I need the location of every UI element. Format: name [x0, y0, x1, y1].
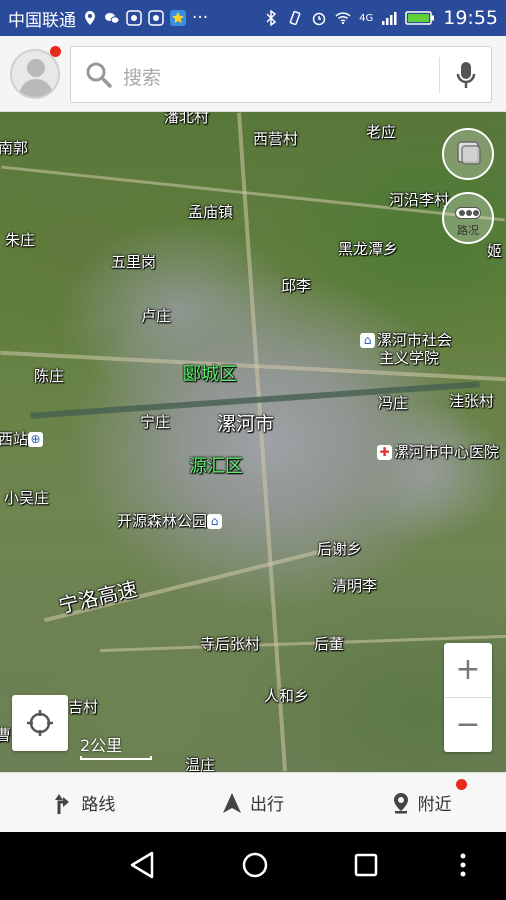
map-label[interactable]: 邱李 [281, 275, 311, 296]
map-label[interactable]: 陈庄 [34, 365, 64, 386]
search-input[interactable]: 搜索 [70, 46, 492, 103]
avatar-head-shape [27, 59, 45, 77]
poi-name: 西站 [0, 430, 29, 448]
map-label[interactable]: 五里岗 [111, 251, 156, 272]
tab-nearby[interactable]: 附近 [337, 773, 506, 832]
poi-name: 开源森林公园 [117, 512, 208, 530]
notification-dot [50, 46, 61, 57]
carrier-name: 中国联通 [8, 10, 76, 31]
search-header: 搜索 [0, 36, 506, 112]
nearby-notification-dot [456, 779, 467, 790]
scale-bar [80, 756, 152, 760]
recent-apps-icon[interactable] [353, 850, 379, 880]
map-label[interactable]: 后董 [314, 633, 344, 654]
map-label[interactable]: 宁庄 [140, 411, 170, 432]
signal-icon [382, 12, 397, 25]
search-divider [439, 57, 440, 93]
district-label[interactable]: 源汇区 [189, 452, 243, 478]
map-layers-button[interactable] [442, 128, 494, 180]
map-label[interactable]: 寺后张村 [200, 633, 260, 654]
traffic-light-dot [473, 210, 479, 216]
traffic-label: 路况 [457, 224, 479, 237]
battery-icon [405, 11, 435, 25]
layers-icon [457, 141, 481, 165]
map-label[interactable]: 老应 [366, 121, 396, 142]
microphone-icon[interactable] [455, 60, 477, 90]
tab-label: 附近 [417, 795, 452, 815]
map-label[interactable]: 冯庄 [378, 392, 408, 413]
scale-label: 2公里 [80, 736, 123, 755]
traffic-toggle-button[interactable]: 路况 [442, 192, 494, 244]
highway-label[interactable]: 宁洛高速 [55, 573, 139, 619]
map-label[interactable]: 孟庙镇 [188, 201, 233, 222]
district-label[interactable]: 郾城区 [183, 360, 237, 386]
zoom-in-button[interactable]: + [444, 643, 492, 697]
more-icon: ··· [192, 8, 209, 28]
star-app-icon [170, 10, 186, 26]
school-icon: ⌂ [360, 333, 375, 348]
map-label[interactable]: 温庄 [185, 754, 215, 772]
city-label[interactable]: 漯河市 [217, 409, 274, 436]
alarm-icon [312, 12, 326, 26]
map-label[interactable]: 曹 [0, 724, 11, 745]
locate-me-button[interactable] [12, 695, 68, 751]
map-label[interactable]: 小吴庄 [4, 487, 49, 508]
search-placeholder: 搜索 [123, 67, 162, 89]
tab-route[interactable]: 路线 [0, 773, 169, 832]
wifi-icon [335, 12, 351, 25]
app-icon [126, 10, 142, 26]
back-icon[interactable] [128, 850, 156, 880]
map-poi-label[interactable]: ✚ 漯河市中心医院 [377, 441, 499, 462]
zoom-out-button[interactable]: − [444, 698, 492, 752]
bottom-tab-bar: 路线 出行 附近 [0, 772, 506, 832]
map-label[interactable]: 吉村 [68, 696, 98, 717]
status-bar: 中国联通 ··· 4G 19:55 [0, 0, 506, 36]
map-poi-label[interactable]: 开源森林公园 ⌂ [117, 510, 224, 531]
tab-label: 路线 [81, 795, 116, 815]
map-label[interactable]: 卢庄 [141, 305, 171, 326]
menu-dots-icon[interactable] [455, 850, 471, 880]
system-nav-bar [0, 832, 506, 900]
station-icon: ⊕ [28, 432, 44, 447]
map-label[interactable]: 西营村 [253, 128, 298, 149]
app-icon [148, 10, 164, 26]
location-icon [85, 11, 95, 25]
crosshair-icon [27, 710, 53, 736]
map-label[interactable]: 后谢乡 [317, 538, 362, 559]
home-icon[interactable] [240, 850, 270, 880]
network-type: 4G [359, 12, 374, 24]
map-scale: 2公里 [80, 732, 152, 760]
map-label[interactable]: 主义学院 [379, 347, 439, 368]
park-icon: ⌂ [207, 514, 223, 529]
navigation-arrow-icon [223, 792, 241, 813]
tab-label: 出行 [250, 795, 284, 815]
avatar-body-shape [19, 79, 53, 97]
wechat-icon [105, 13, 120, 24]
map-label[interactable]: 河沿李村 [389, 189, 449, 210]
satellite-map[interactable]: 潘北村 西营村 老应 南郭 孟庙镇 河沿李村 朱庄 黑龙潭乡 姬 五里岗 邱李 … [0, 112, 506, 772]
map-label[interactable]: 清明李 [332, 575, 377, 596]
clock: 19:55 [443, 7, 498, 29]
map-poi-label[interactable]: 西站 ⊕ [0, 428, 45, 449]
bluetooth-icon [266, 10, 277, 26]
map-label[interactable]: 姬 [487, 240, 502, 261]
poi-name: 漯河市中心医院 [394, 443, 500, 461]
search-icon [86, 62, 112, 88]
road [236, 112, 288, 772]
traffic-light-dot [466, 210, 472, 216]
vibrate-icon [289, 10, 301, 26]
traffic-light-dot [459, 210, 465, 216]
map-label[interactable]: 潘北村 [164, 112, 209, 127]
map-label[interactable]: 黑龙潭乡 [338, 238, 398, 259]
hospital-icon: ✚ [377, 445, 392, 460]
location-pin-icon [393, 792, 408, 813]
map-label[interactable]: 洼张村 [449, 390, 494, 411]
map-label[interactable]: 南郭 [0, 137, 28, 158]
route-icon [55, 793, 70, 814]
zoom-controls: + − [444, 643, 492, 752]
tab-travel[interactable]: 出行 [169, 773, 338, 832]
map-label[interactable]: 人和乡 [264, 685, 309, 706]
map-label[interactable]: 朱庄 [5, 229, 35, 250]
